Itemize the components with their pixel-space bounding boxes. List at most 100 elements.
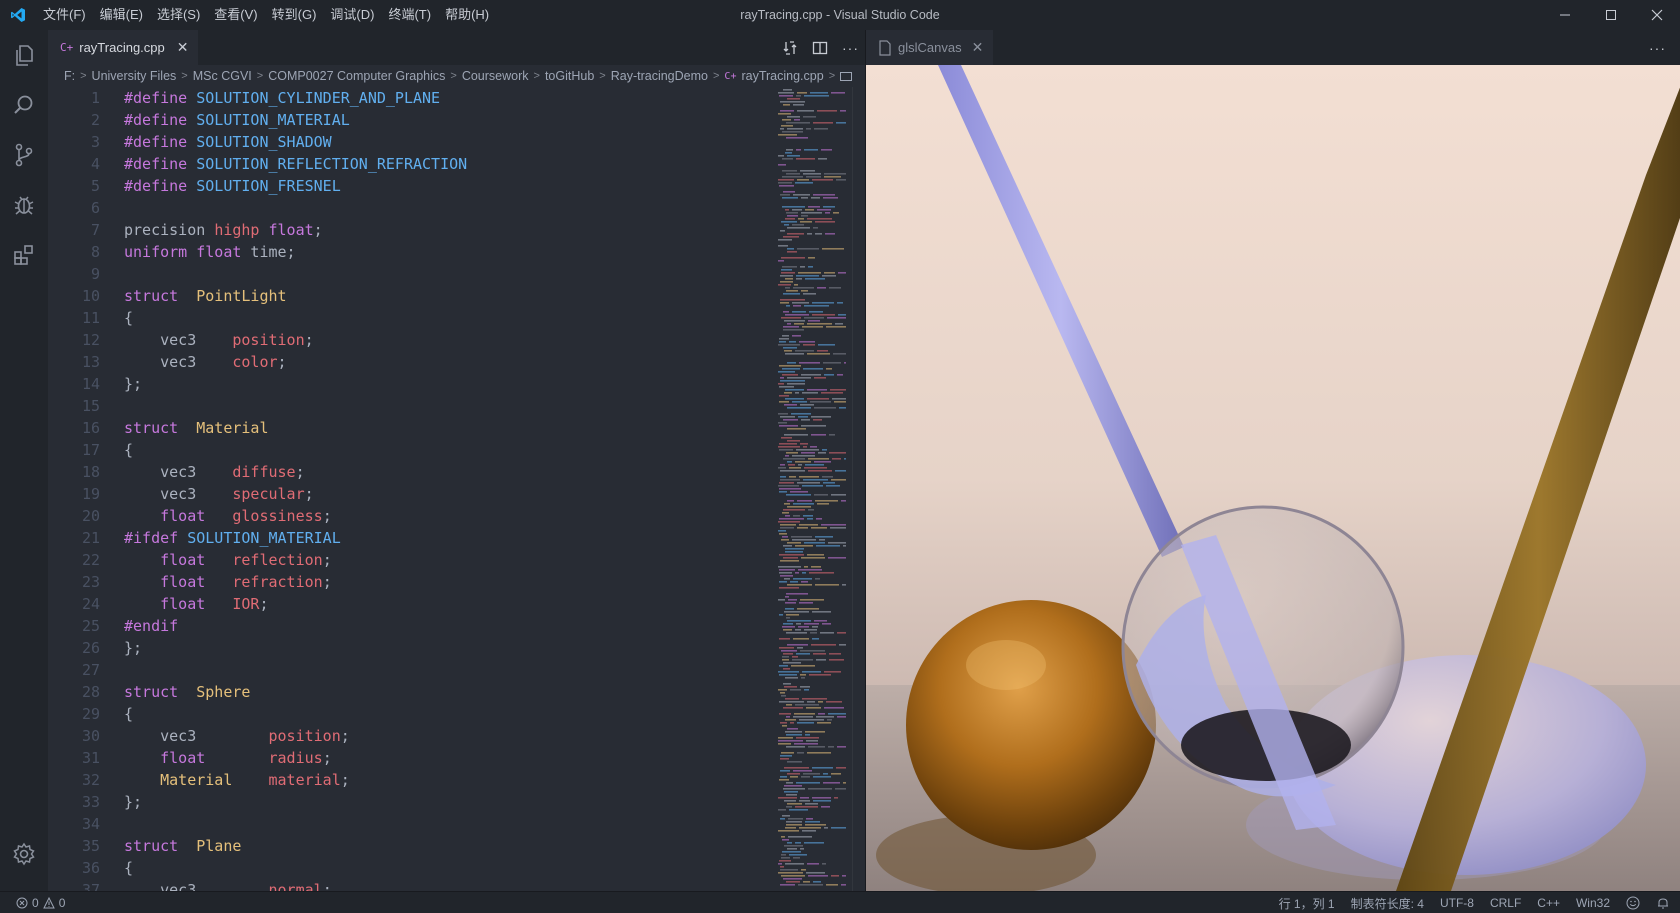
language-mode[interactable]: C++ (1537, 896, 1560, 910)
minimap-line (831, 875, 839, 877)
code-line[interactable]: 16 struct Material (48, 417, 776, 439)
breadcrumb-item[interactable]: Ray-tracingDemo (611, 69, 708, 83)
code-line[interactable]: 19 vec3 specular; (48, 483, 776, 505)
menu-go[interactable]: 转到(G) (265, 0, 324, 30)
code-line[interactable]: 12 vec3 position; (48, 329, 776, 351)
split-editor-icon[interactable] (812, 40, 828, 56)
more-actions-icon[interactable]: ··· (1649, 30, 1666, 65)
code-line[interactable]: 11 { (48, 307, 776, 329)
code-line[interactable]: 4 #define SOLUTION_REFLECTION_REFRACTION (48, 153, 776, 175)
code-line[interactable]: 28 struct Sphere (48, 681, 776, 703)
breadcrumb-item[interactable]: MSc CGVI (193, 69, 252, 83)
code-line[interactable]: 17 { (48, 439, 776, 461)
code-line[interactable]: 14}; (48, 373, 776, 395)
code-line[interactable]: 13 vec3 color; (48, 351, 776, 373)
code-line[interactable]: 15 (48, 395, 776, 417)
breadcrumb-item[interactable]: F: (64, 69, 75, 83)
code-line[interactable]: 36 { (48, 857, 776, 879)
feedback-smiley-icon[interactable] (1626, 896, 1640, 910)
breadcrumb-item[interactable]: University Files (92, 69, 177, 83)
code-line[interactable]: 25 #endif (48, 615, 776, 637)
code-line[interactable]: 33}; (48, 791, 776, 813)
explorer-button[interactable] (0, 30, 48, 80)
glsl-canvas-render[interactable] (866, 65, 1680, 891)
code-token: { (124, 441, 134, 459)
code-line[interactable]: 32 Material material; (48, 769, 776, 791)
menu-selection[interactable]: 选择(S) (150, 0, 207, 30)
menu-file[interactable]: 文件(F) (36, 0, 93, 30)
code-line[interactable]: 8 uniform float time; (48, 241, 776, 263)
code-line[interactable]: 37 vec3 normal; (48, 879, 776, 891)
tab-glslcanvas[interactable]: glslCanvas ✕ (866, 30, 994, 65)
source-control-button[interactable] (0, 130, 48, 180)
cursor-position[interactable]: 行 1，列 1 (1279, 895, 1335, 912)
code-line[interactable]: 29 { (48, 703, 776, 725)
line-ending[interactable]: CRLF (1490, 896, 1521, 910)
code-line[interactable]: 35 struct Plane (48, 835, 776, 857)
vertical-scrollbar[interactable] (852, 87, 865, 891)
minimap-line (798, 884, 823, 886)
code-line[interactable]: 30 vec3 position; (48, 725, 776, 747)
debug-button[interactable] (0, 180, 48, 230)
code-editor[interactable]: 1 #define SOLUTION_CYLINDER_AND_PLANE 2 #de… (48, 87, 776, 891)
settings-button[interactable] (0, 829, 48, 879)
code-line[interactable]: 9 (48, 263, 776, 285)
code-line[interactable]: 22 float reflection; (48, 549, 776, 571)
minimap[interactable] (776, 87, 849, 891)
minimap-line (803, 173, 821, 175)
breadcrumb-item[interactable]: Coursework (462, 69, 529, 83)
minimap-line (780, 776, 787, 778)
code-line[interactable]: 3 #define SOLUTION_SHADOW (48, 131, 776, 153)
code-line[interactable]: 10 struct PointLight (48, 285, 776, 307)
code-line[interactable]: 2 #define SOLUTION_MATERIAL (48, 109, 776, 131)
source-control-icon (15, 143, 33, 167)
code-line[interactable]: 34 (48, 813, 776, 835)
problems-indicator[interactable]: 0 0 (0, 896, 65, 910)
breadcrumb-item[interactable]: toGitHub (545, 69, 594, 83)
minimap-line (795, 704, 819, 706)
menu-edit[interactable]: 编辑(E) (93, 0, 150, 30)
minimap-line (793, 770, 812, 772)
encoding[interactable]: UTF-8 (1440, 896, 1474, 910)
code-line[interactable]: 1 #define SOLUTION_CYLINDER_AND_PLANE (48, 87, 776, 109)
menu-debug[interactable]: 调试(D) (323, 0, 381, 30)
open-changes-icon[interactable] (782, 40, 798, 56)
platform[interactable]: Win32 (1576, 896, 1610, 910)
tab-raytracing-cpp[interactable]: C+ rayTracing.cpp ✕ (48, 30, 199, 65)
search-button[interactable] (0, 80, 48, 130)
code-line[interactable]: 21 #ifdef SOLUTION_MATERIAL (48, 527, 776, 549)
code-line[interactable]: 5 #define SOLUTION_FRESNEL (48, 175, 776, 197)
close-tab-icon[interactable]: ✕ (177, 39, 189, 56)
breadcrumb-item[interactable]: COMP0027 Computer Graphics (268, 69, 445, 83)
code-line[interactable]: 24 float IOR; (48, 593, 776, 615)
minimap-line (797, 92, 807, 94)
menu-help[interactable]: 帮助(H) (438, 0, 496, 30)
symbol-icon[interactable] (840, 71, 853, 81)
code-line[interactable]: 27 (48, 659, 776, 681)
minimap-line (831, 494, 846, 496)
code-line[interactable]: 20 float glossiness; (48, 505, 776, 527)
code-line[interactable]: 31 float radius; (48, 747, 776, 769)
extensions-button[interactable] (0, 230, 48, 280)
maximize-button[interactable] (1588, 0, 1634, 30)
tab-size[interactable]: 制表符长度: 4 (1351, 895, 1424, 912)
minimize-button[interactable] (1542, 0, 1588, 30)
close-window-button[interactable] (1634, 0, 1680, 30)
minimap-line (829, 287, 841, 289)
code-line[interactable]: 18 vec3 diffuse; (48, 461, 776, 483)
code-line[interactable]: 26}; (48, 637, 776, 659)
minimap-line (781, 875, 805, 877)
breadcrumb-file[interactable]: C+ rayTracing.cpp (724, 69, 823, 83)
menu-view[interactable]: 查看(V) (207, 0, 264, 30)
more-actions-icon[interactable]: ··· (842, 40, 859, 56)
code-text: float refraction; (100, 571, 332, 593)
close-tab-icon[interactable]: ✕ (972, 39, 984, 56)
minimap-line (786, 794, 797, 796)
code-line[interactable]: 7 precision highp float; (48, 219, 776, 241)
notifications-bell-icon[interactable] (1656, 896, 1670, 910)
code-line[interactable]: 23 float refraction; (48, 571, 776, 593)
minimap-line (784, 578, 790, 580)
code-line[interactable]: 6 (48, 197, 776, 219)
menu-terminal[interactable]: 终端(T) (381, 0, 438, 30)
